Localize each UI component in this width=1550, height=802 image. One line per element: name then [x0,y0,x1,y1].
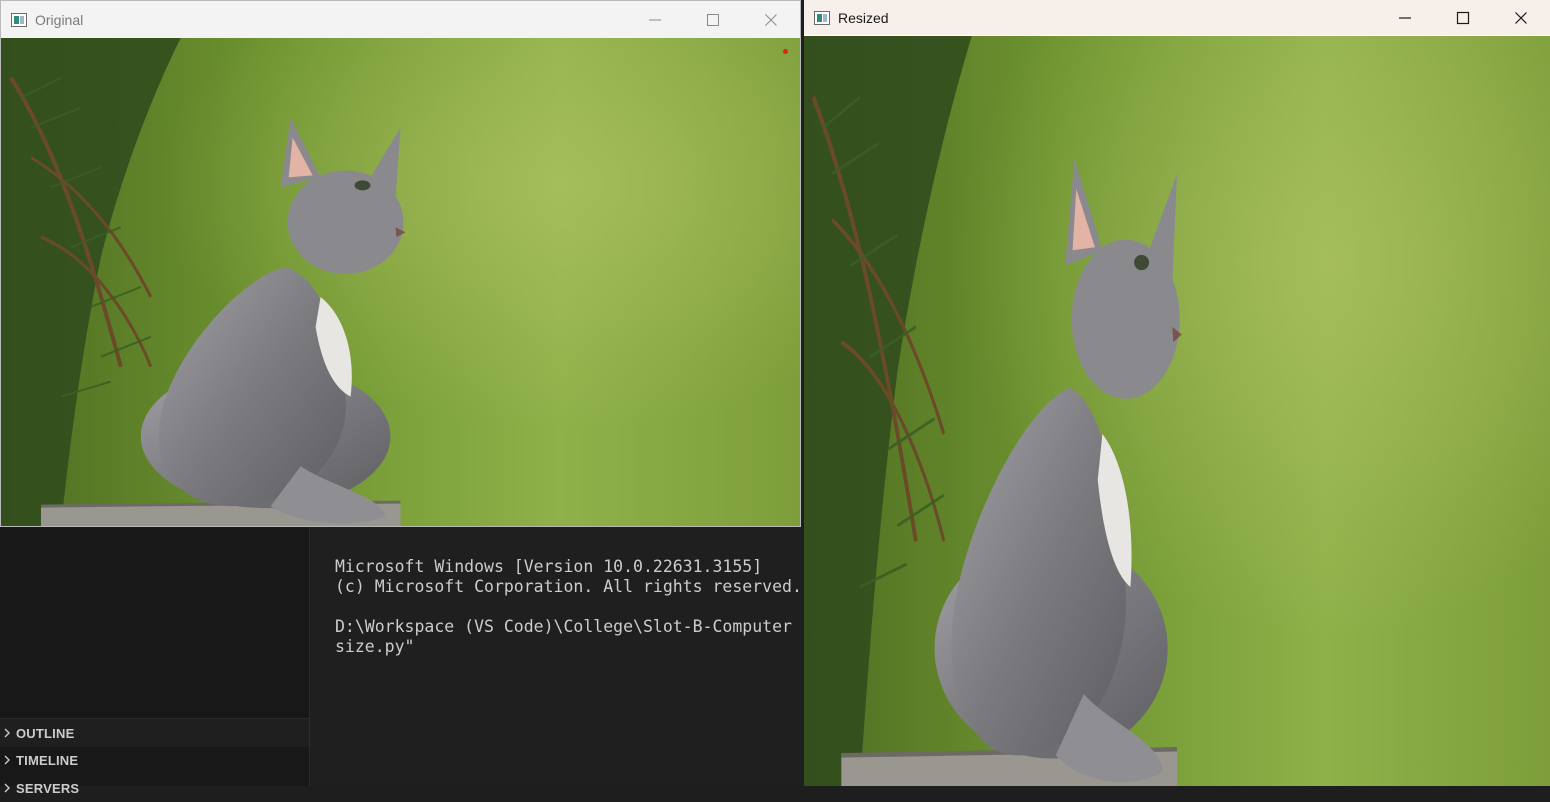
maximize-icon [1456,11,1470,24]
terminal-line: Microsoft Windows [Version 10.0.22631.31… [335,557,763,576]
window-title: Original [35,11,84,28]
sidebar-section-servers[interactable]: SERVERS [0,774,309,802]
kitten-image [804,36,1550,786]
maximize-button[interactable] [1434,0,1492,35]
sidebar-section-label: TIMELINE [16,752,79,768]
chevron-right-icon [4,783,10,793]
status-dot [783,49,788,54]
minimize-icon [649,19,661,20]
terminal-panel[interactable]: Microsoft Windows [Version 10.0.22631.31… [310,528,804,786]
title-bar[interactable]: Original [1,1,800,38]
window-controls [626,1,800,38]
maximize-button[interactable] [684,1,742,38]
chevron-right-icon [4,755,10,765]
sidebar-section-label: SERVERS [16,780,80,796]
image-view [804,36,1550,786]
minimize-button[interactable] [1376,0,1434,35]
terminal-line: (c) Microsoft Corporation. All rights re… [335,577,802,596]
close-button[interactable] [1492,0,1550,35]
close-button[interactable] [742,1,800,38]
window-controls [1376,0,1550,35]
chevron-right-icon [4,728,10,738]
terminal-line: size.py" [335,637,415,656]
resized-window[interactable]: Resized [804,0,1550,786]
app-icon [814,10,830,25]
close-icon [1515,11,1527,24]
original-window[interactable]: Original [0,0,801,527]
sidebar-section-outline[interactable]: OUTLINE [0,718,309,747]
maximize-icon [707,13,719,26]
kitten-image [1,38,800,526]
terminal-line: D:\Workspace (VS Code)\College\Slot-B-Co… [335,617,792,636]
title-bar[interactable]: Resized [804,0,1550,35]
minimize-button[interactable] [626,1,684,38]
minimize-icon [1399,16,1411,19]
sidebar-section-label: OUTLINE [16,725,75,741]
close-icon [765,13,777,26]
image-view [1,38,800,526]
app-icon [11,12,27,27]
window-title: Resized [838,9,889,26]
sidebar-section-timeline[interactable]: TIMELINE [0,746,309,774]
